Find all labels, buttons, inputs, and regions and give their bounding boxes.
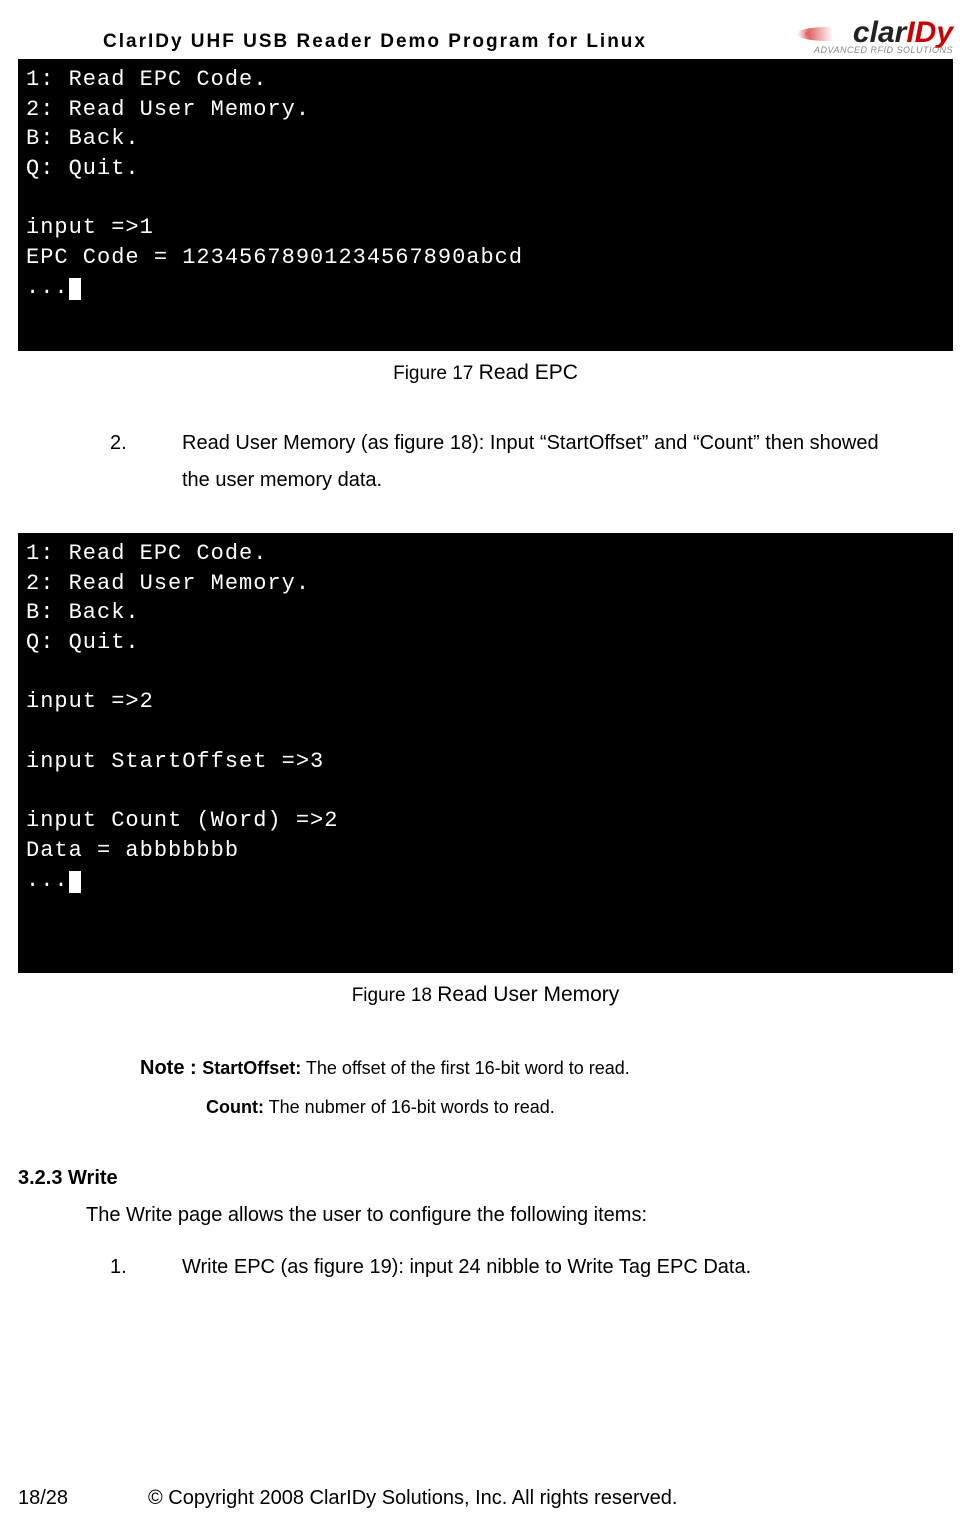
note-startoffset-desc: The offset of the first 16-bit word to r… bbox=[301, 1058, 630, 1078]
term2-line-prefix: ... bbox=[26, 868, 69, 893]
figure-18-title: Read User Memory bbox=[437, 983, 619, 1006]
figure-17-label: Figure 17 bbox=[393, 363, 479, 384]
copyright-text: © Copyright 2008 ClarIDy Solutions, Inc.… bbox=[148, 1487, 953, 1510]
list-item-2-number: 2. bbox=[146, 425, 182, 462]
logo-swoosh-icon bbox=[797, 27, 857, 41]
terminal-cursor-icon bbox=[69, 871, 81, 893]
page-number: 18/28 bbox=[18, 1487, 148, 1510]
list-item-2-text: Read User Memory (as figure 18): Input “… bbox=[182, 432, 879, 491]
note-count-key: Count: bbox=[206, 1097, 264, 1117]
term1-line: B: Back. bbox=[26, 126, 140, 151]
term1-line-prefix: ... bbox=[26, 275, 69, 300]
terminal-screenshot-read-epc: 1: Read EPC Code. 2: Read User Memory. B… bbox=[18, 59, 953, 351]
document-title: ClarIDy UHF USB Reader Demo Program for … bbox=[103, 31, 647, 55]
logo-tagline: ADVANCED RFID SOLUTIONS bbox=[797, 46, 953, 55]
terminal-screenshot-read-user-memory: 1: Read EPC Code. 2: Read User Memory. B… bbox=[18, 533, 953, 973]
figure-18-caption: Figure 18 Read User Memory bbox=[18, 983, 953, 1007]
term2-line: Q: Quit. bbox=[26, 630, 140, 655]
note-label: Note : bbox=[140, 1057, 202, 1079]
note-line-2: Count: The nubmer of 16-bit words to rea… bbox=[206, 1089, 953, 1127]
terminal-cursor-icon bbox=[69, 278, 81, 300]
page-footer: 18/28 © Copyright 2008 ClarIDy Solutions… bbox=[18, 1487, 953, 1510]
term1-line: EPC Code = 12345678901234567890abcd bbox=[26, 245, 523, 270]
figure-17-title: Read EPC bbox=[479, 361, 578, 384]
note-block: Note : StartOffset: The offset of the fi… bbox=[140, 1047, 953, 1127]
figure-17-caption: Figure 17 Read EPC bbox=[18, 361, 953, 385]
brand-logo: clarIDy ADVANCED RFID SOLUTIONS bbox=[797, 18, 953, 55]
logo-text: clarIDy bbox=[797, 18, 953, 48]
term1-line: 1: Read EPC Code. bbox=[26, 67, 267, 92]
term1-line: 2: Read User Memory. bbox=[26, 97, 310, 122]
page-header: ClarIDy UHF USB Reader Demo Program for … bbox=[18, 18, 953, 55]
note-startoffset-key: StartOffset: bbox=[202, 1058, 301, 1078]
section-intro: The Write page allows the user to config… bbox=[86, 1204, 953, 1227]
list-item-1-number: 1. bbox=[146, 1249, 182, 1286]
term2-line: Data = abbbbbbb bbox=[26, 838, 239, 863]
list-item-1-write: 1.Write EPC (as figure 19): input 24 nib… bbox=[146, 1249, 883, 1286]
term2-line: 2: Read User Memory. bbox=[26, 571, 310, 596]
term2-line: input StartOffset =>3 bbox=[26, 749, 324, 774]
list-item-2: 2.Read User Memory (as figure 18): Input… bbox=[146, 425, 883, 499]
section-heading-write: 3.2.3 Write bbox=[18, 1167, 953, 1190]
term2-line: 1: Read EPC Code. bbox=[26, 541, 267, 566]
figure-18-label: Figure 18 bbox=[352, 985, 438, 1006]
term2-line: input Count (Word) =>2 bbox=[26, 808, 338, 833]
note-line-1: Note : StartOffset: The offset of the fi… bbox=[140, 1047, 953, 1089]
term2-line: input =>2 bbox=[26, 689, 154, 714]
note-count-desc: The nubmer of 16-bit words to read. bbox=[264, 1097, 555, 1117]
list-item-1-text: Write EPC (as figure 19): input 24 nibbl… bbox=[182, 1256, 751, 1278]
term2-line: B: Back. bbox=[26, 600, 140, 625]
term1-line: input =>1 bbox=[26, 215, 154, 240]
term1-line: Q: Quit. bbox=[26, 156, 140, 181]
